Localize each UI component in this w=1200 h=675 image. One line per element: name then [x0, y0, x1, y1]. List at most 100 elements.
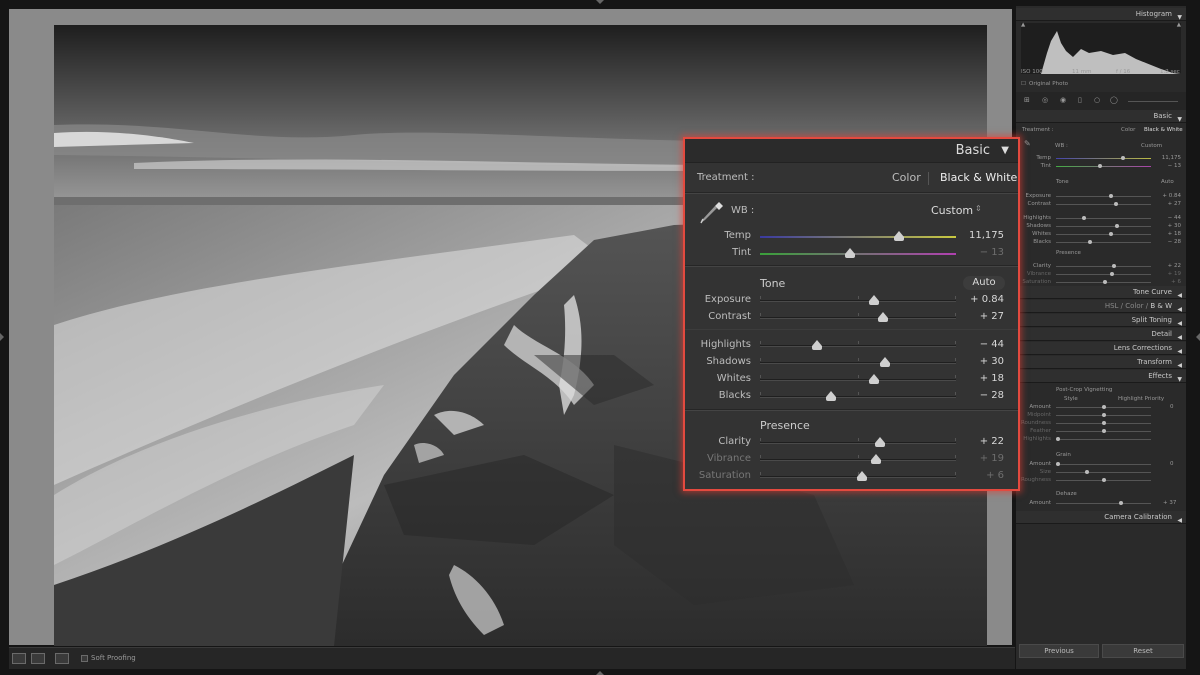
- exposure-thumb-mini[interactable]: [1109, 194, 1114, 198]
- effects-header[interactable]: Effects ▼: [1016, 370, 1186, 383]
- highlights-value[interactable]: − 44: [980, 339, 1004, 350]
- hsl-color-title[interactable]: Color: [1125, 302, 1143, 310]
- grain-size-thumb[interactable]: [1085, 470, 1089, 474]
- vignette-style-value[interactable]: Highlight Priority: [1118, 396, 1164, 402]
- loupe-view-icon[interactable]: [12, 653, 26, 664]
- vibrance-slider-thumb[interactable]: [870, 454, 881, 464]
- auto-button-mini[interactable]: Auto: [1161, 179, 1174, 185]
- clarity-slider-mini[interactable]: [1056, 266, 1151, 267]
- tool-strip-slider[interactable]: [1128, 101, 1178, 102]
- whites-thumb-mini[interactable]: [1109, 232, 1114, 236]
- wb-dropdown[interactable]: Custom: [931, 204, 973, 217]
- wb-value-mini[interactable]: Custom: [1141, 143, 1162, 149]
- grain-roughness-thumb[interactable]: [1102, 478, 1106, 482]
- wb-eyedropper-icon[interactable]: [697, 198, 725, 226]
- contrast-slider-thumb[interactable]: [878, 312, 889, 322]
- spot-removal-icon[interactable]: ◎: [1042, 96, 1048, 104]
- compare-view-icon[interactable]: [31, 653, 45, 664]
- grain-size-slider[interactable]: [1056, 472, 1151, 473]
- highlights-slider-thumb[interactable]: [811, 340, 822, 350]
- exposure-slider-mini[interactable]: [1056, 196, 1151, 197]
- vibrance-thumb-mini[interactable]: [1110, 272, 1115, 276]
- hsl-bw-title[interactable]: B & W: [1150, 302, 1172, 310]
- right-panel-toggle-icon[interactable]: [1192, 333, 1200, 341]
- tint-slider-mini[interactable]: [1056, 166, 1151, 167]
- previous-button[interactable]: Previous: [1019, 644, 1099, 658]
- camera-calibration-header[interactable]: Camera Calibration ◀: [1016, 511, 1186, 524]
- vibrance-slider-mini[interactable]: [1056, 274, 1151, 275]
- vignette-highlights-thumb[interactable]: [1056, 437, 1060, 441]
- temp-value[interactable]: 11,175: [969, 230, 1004, 241]
- saturation-thumb-mini[interactable]: [1103, 280, 1108, 284]
- tint-thumb-mini[interactable]: [1097, 164, 1102, 168]
- hsl-header[interactable]: HSL / Color / B & W ◀: [1016, 300, 1186, 313]
- tint-slider-track[interactable]: [760, 253, 956, 255]
- shadow-clip-icon[interactable]: ▲: [1021, 22, 1025, 28]
- crop-tool-icon[interactable]: ⊞: [1024, 96, 1030, 104]
- temp-slider-track[interactable]: [760, 236, 956, 238]
- treatment-bw-option[interactable]: Black & White: [940, 171, 1017, 184]
- red-eye-icon[interactable]: ◉: [1060, 96, 1066, 104]
- soft-proofing-checkbox[interactable]: [81, 655, 88, 662]
- contrast-thumb-mini[interactable]: [1113, 202, 1118, 206]
- blacks-slider-track[interactable]: [760, 396, 956, 398]
- shadows-slider-thumb[interactable]: [880, 357, 891, 367]
- radial-filter-icon[interactable]: ○: [1094, 96, 1100, 104]
- whites-slider-track[interactable]: [760, 379, 956, 381]
- wb-dropdown-arrow-icon[interactable]: ⇕: [975, 204, 982, 213]
- exposure-slider-thumb[interactable]: [868, 295, 879, 305]
- treatment-color-option[interactable]: Color: [892, 171, 921, 184]
- contrast-slider-mini[interactable]: [1056, 204, 1151, 205]
- clarity-value[interactable]: + 22: [980, 436, 1004, 447]
- saturation-value[interactable]: + 6: [986, 470, 1004, 481]
- left-panel-toggle-icon[interactable]: [0, 333, 8, 341]
- vignette-highlights-slider[interactable]: [1056, 439, 1151, 440]
- graduated-filter-icon[interactable]: ▯: [1078, 96, 1082, 104]
- vibrance-value[interactable]: + 19: [980, 453, 1004, 464]
- hsl-title[interactable]: HSL: [1105, 302, 1119, 310]
- basic-panel-header[interactable]: Basic ▼: [685, 139, 1018, 163]
- highlights-slider-track[interactable]: [760, 345, 956, 347]
- clarity-slider-thumb[interactable]: [874, 437, 885, 447]
- highlights-slider-mini[interactable]: [1056, 218, 1151, 219]
- temp-slider-mini[interactable]: [1056, 158, 1151, 159]
- grain-amount-thumb[interactable]: [1056, 462, 1060, 466]
- vignette-amount-thumb[interactable]: [1102, 405, 1106, 409]
- detail-header[interactable]: Detail ◀: [1016, 328, 1186, 341]
- tone-curve-header[interactable]: Tone Curve ◀: [1016, 286, 1186, 299]
- histogram-header[interactable]: Histogram ▼: [1016, 8, 1186, 21]
- temp-slider-thumb[interactable]: [894, 231, 905, 241]
- dehaze-amount-slider[interactable]: [1056, 503, 1151, 504]
- top-panel-toggle-icon[interactable]: [596, 0, 604, 8]
- dehaze-amount-thumb[interactable]: [1119, 501, 1123, 505]
- treatment-bw-mini[interactable]: Black & White: [1144, 127, 1183, 133]
- collapse-arrow-icon[interactable]: ▼: [1001, 145, 1009, 156]
- blacks-slider-thumb[interactable]: [825, 391, 836, 401]
- exposure-slider-track[interactable]: [760, 300, 956, 302]
- clarity-thumb-mini[interactable]: [1111, 264, 1116, 268]
- contrast-slider-track[interactable]: [760, 317, 956, 319]
- tint-slider-thumb[interactable]: [845, 248, 856, 258]
- grain-amount-slider[interactable]: [1056, 464, 1151, 465]
- contrast-value[interactable]: + 27: [980, 311, 1004, 322]
- reset-button[interactable]: Reset: [1102, 644, 1184, 658]
- exposure-value[interactable]: + 0.84: [970, 294, 1004, 305]
- treatment-color-mini[interactable]: Color: [1121, 127, 1135, 133]
- vignette-feather-thumb[interactable]: [1102, 429, 1106, 433]
- brush-tool-icon[interactable]: ◯: [1110, 96, 1118, 104]
- whites-slider-mini[interactable]: [1056, 234, 1151, 235]
- saturation-slider-thumb[interactable]: [856, 471, 867, 481]
- original-photo-checkbox[interactable]: ☐: [1021, 81, 1026, 87]
- lens-corrections-header[interactable]: Lens Corrections ◀: [1016, 342, 1186, 355]
- highlights-thumb-mini[interactable]: [1081, 216, 1086, 220]
- vignette-roundness-thumb[interactable]: [1102, 421, 1106, 425]
- before-after-view-icon[interactable]: [55, 653, 69, 664]
- vibrance-slider-track[interactable]: [760, 459, 956, 461]
- wb-eyedropper-mini-icon[interactable]: ✎: [1024, 139, 1031, 148]
- whites-slider-thumb[interactable]: [868, 374, 879, 384]
- shadows-thumb-mini[interactable]: [1114, 224, 1119, 228]
- transform-header[interactable]: Transform ◀: [1016, 356, 1186, 369]
- highlight-clip-icon[interactable]: ▲: [1177, 22, 1181, 28]
- auto-tone-button[interactable]: Auto: [963, 276, 1005, 290]
- tint-value[interactable]: − 13: [980, 247, 1004, 258]
